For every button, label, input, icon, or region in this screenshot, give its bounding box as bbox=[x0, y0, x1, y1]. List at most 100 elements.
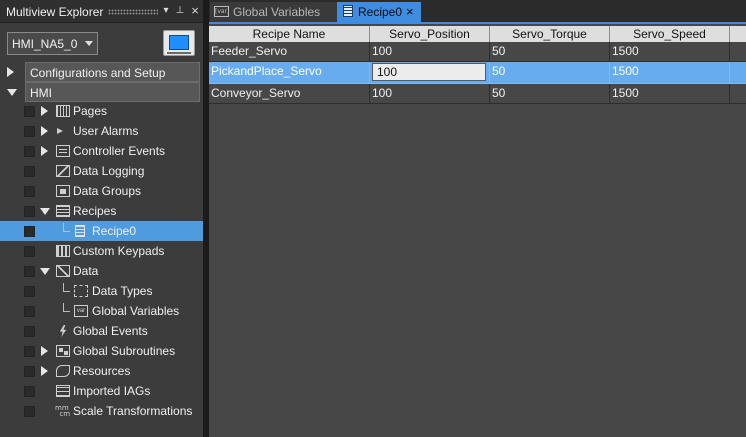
tree-checkbox[interactable] bbox=[24, 346, 35, 357]
tab-recipe0[interactable]: Recipe0 × bbox=[337, 2, 421, 22]
tree-item-global-events[interactable]: Global Events bbox=[0, 321, 203, 341]
table-cell-editing[interactable]: 100 bbox=[370, 62, 490, 84]
expand-arrow-icon[interactable] bbox=[41, 106, 48, 116]
tree-checkbox[interactable] bbox=[24, 146, 35, 157]
table-cell[interactable]: Conveyor_Servo bbox=[209, 84, 370, 104]
tree-checkbox[interactable] bbox=[24, 326, 35, 337]
section-label: Configurations and Setup bbox=[30, 66, 166, 80]
expand-arrow-icon[interactable] bbox=[7, 67, 14, 77]
expand-arrow-icon[interactable] bbox=[41, 146, 48, 156]
tree-item-data-groups[interactable]: Data Groups bbox=[0, 181, 203, 201]
tree-item-data[interactable]: Data bbox=[0, 261, 203, 281]
table-cell[interactable]: 1500 bbox=[610, 42, 730, 62]
table-cell[interactable]: PickandPlace_Servo bbox=[209, 62, 370, 84]
table-cell[interactable]: 1500 bbox=[610, 84, 730, 104]
expand-arrow-icon[interactable] bbox=[41, 366, 48, 376]
tree-checkbox[interactable] bbox=[24, 266, 35, 277]
alarm-speaker-icon bbox=[57, 128, 63, 134]
column-header-filler bbox=[730, 26, 746, 42]
variable-icon: [var] bbox=[214, 6, 230, 17]
tab-global-variables[interactable]: [var] Global Variables bbox=[210, 2, 337, 22]
tree-checkbox[interactable] bbox=[24, 306, 35, 317]
collapse-arrow-icon[interactable] bbox=[7, 89, 17, 96]
tree-item-label: Global Variables bbox=[92, 304, 180, 318]
tree-item-global-variables[interactable]: var Global Variables bbox=[0, 301, 203, 321]
resources-icon bbox=[56, 365, 70, 377]
table-cell[interactable]: 50 bbox=[490, 42, 610, 62]
variable-icon: var bbox=[74, 305, 88, 317]
iag-icon bbox=[56, 385, 70, 397]
pages-icon bbox=[56, 105, 70, 117]
recipe-icon bbox=[343, 5, 353, 17]
tree-item-data-logging[interactable]: Data Logging bbox=[0, 161, 203, 181]
pin-icon[interactable]: ⊥ bbox=[174, 3, 186, 19]
tree-item-label: Recipe0 bbox=[92, 224, 137, 238]
section-configurations-and-setup[interactable]: Configurations and Setup bbox=[0, 62, 203, 82]
tree-item-pages[interactable]: Pages bbox=[0, 101, 203, 121]
tree-item-recipe0[interactable]: Recipe0 bbox=[0, 221, 203, 241]
table-row[interactable]: Feeder_Servo 100 50 1500 bbox=[209, 42, 746, 62]
column-header[interactable]: Servo_Speed bbox=[610, 26, 730, 42]
tree-item-label: Controller Events bbox=[73, 144, 166, 158]
tree-checkbox[interactable] bbox=[24, 206, 35, 217]
column-header[interactable]: Recipe Name bbox=[209, 26, 370, 42]
table-cell[interactable]: 100 bbox=[370, 42, 490, 62]
cell-edit-input[interactable]: 100 bbox=[372, 63, 486, 81]
data-logging-icon bbox=[56, 165, 70, 177]
hmi-screen-icon[interactable] bbox=[163, 30, 195, 56]
section-hmi[interactable]: HMI bbox=[0, 82, 203, 102]
dropdown-arrow-icon[interactable]: ▾ bbox=[160, 3, 172, 19]
table-cell[interactable]: 1500 bbox=[610, 62, 730, 84]
tree-item-label: Global Events bbox=[73, 324, 148, 338]
tree-checkbox[interactable] bbox=[24, 386, 35, 397]
section-label: HMI bbox=[30, 86, 52, 100]
tree-item-label: Recipes bbox=[73, 204, 117, 218]
drag-grip-icon[interactable] bbox=[108, 9, 158, 15]
tree-checkbox[interactable] bbox=[24, 166, 35, 177]
device-select[interactable]: HMI_NA5_0 bbox=[7, 32, 98, 55]
data-icon bbox=[56, 265, 70, 277]
tab-label: Recipe0 bbox=[358, 5, 403, 19]
tree-item-data-types[interactable]: Data Types bbox=[0, 281, 203, 301]
tree-item-scale-transformations[interactable]: mm cm Scale Transformations bbox=[0, 401, 203, 421]
tree-item-resources[interactable]: Resources bbox=[0, 361, 203, 381]
section-bar[interactable]: HMI bbox=[25, 82, 200, 102]
tree-checkbox[interactable] bbox=[24, 286, 35, 297]
tree-checkbox[interactable] bbox=[24, 366, 35, 377]
table-cell[interactable]: Feeder_Servo bbox=[209, 42, 370, 62]
section-bar[interactable]: Configurations and Setup bbox=[25, 62, 200, 82]
tree-item-recipes[interactable]: Recipes bbox=[0, 201, 203, 221]
document-area: [var] Global Variables Recipe0 × Recipe … bbox=[209, 0, 746, 437]
tree-item-custom-keypads[interactable]: Custom Keypads bbox=[0, 241, 203, 261]
tree-item-imported-iags[interactable]: Imported IAGs bbox=[0, 381, 203, 401]
tree-item-controller-events[interactable]: Controller Events bbox=[0, 141, 203, 161]
table-row-selected[interactable]: PickandPlace_Servo 100 50 1500 bbox=[209, 62, 746, 84]
table-row[interactable]: Conveyor_Servo 100 50 1500 bbox=[209, 84, 746, 104]
table-cell[interactable]: 50 bbox=[490, 62, 610, 84]
column-header[interactable]: Servo_Torque bbox=[490, 26, 610, 42]
device-select-value: HMI_NA5_0 bbox=[12, 37, 78, 51]
tree-checkbox[interactable] bbox=[24, 226, 35, 237]
collapse-arrow-icon[interactable] bbox=[40, 208, 50, 215]
table-cell-filler bbox=[730, 84, 746, 104]
collapse-arrow-icon[interactable] bbox=[40, 268, 50, 275]
multiview-explorer-panel: Multiview Explorer ▾ ⊥ × HMI_NA5_0 Confi… bbox=[0, 0, 203, 437]
tree-item-user-alarms[interactable]: User Alarms bbox=[0, 121, 203, 141]
tree-checkbox[interactable] bbox=[24, 406, 35, 417]
tree-checkbox[interactable] bbox=[24, 186, 35, 197]
tree-item-label: Imported IAGs bbox=[73, 384, 151, 398]
table-cell[interactable]: 100 bbox=[370, 84, 490, 104]
tree-checkbox[interactable] bbox=[24, 246, 35, 257]
tree-checkbox[interactable] bbox=[24, 106, 35, 117]
column-header[interactable]: Servo_Position bbox=[370, 26, 490, 42]
table-cell-filler bbox=[730, 62, 746, 84]
close-icon[interactable]: × bbox=[406, 4, 414, 19]
expand-arrow-icon[interactable] bbox=[41, 126, 48, 136]
expand-arrow-icon[interactable] bbox=[41, 346, 48, 356]
tree-item-global-subroutines[interactable]: Global Subroutines bbox=[0, 341, 203, 361]
close-icon[interactable]: × bbox=[189, 3, 201, 19]
table-cell[interactable]: 50 bbox=[490, 84, 610, 104]
tree-checkbox[interactable] bbox=[24, 126, 35, 137]
lightning-icon bbox=[59, 325, 67, 337]
tree-connector bbox=[63, 283, 70, 292]
